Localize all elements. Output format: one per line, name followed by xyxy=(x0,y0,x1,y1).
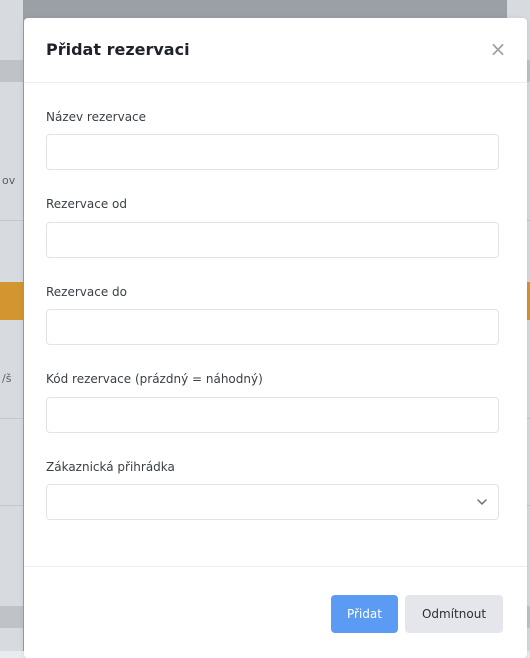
background-left-panel: ov /š xyxy=(0,0,23,651)
close-icon[interactable]: × xyxy=(487,38,509,60)
reservation-from-input[interactable] xyxy=(46,222,499,258)
reservation-from-label: Rezervace od xyxy=(46,197,128,211)
reservation-to-label: Rezervace do xyxy=(46,285,128,299)
chevron-down-icon xyxy=(477,499,487,505)
add-reservation-dialog: Přidat rezervaci × Název rezervace Rezer… xyxy=(24,18,527,658)
background-text: ov xyxy=(2,174,16,187)
customer-locker-select[interactable] xyxy=(46,484,499,520)
background-divider xyxy=(0,418,23,419)
background-accent-row xyxy=(0,282,23,320)
dialog-footer: Přidat Odmítnout xyxy=(24,566,527,658)
background-divider xyxy=(0,220,23,221)
reservation-code-input[interactable] xyxy=(46,397,499,433)
background-row xyxy=(0,606,23,628)
add-button[interactable]: Přidat xyxy=(331,595,398,633)
background-text: /š xyxy=(2,372,12,385)
background-divider xyxy=(0,505,23,506)
dialog-header: Přidat rezervaci × xyxy=(24,18,527,83)
background-row xyxy=(0,60,23,82)
dialog-title: Přidat rezervaci xyxy=(46,40,190,59)
reservation-code-label: Kód rezervace (prázdný = náhodný) xyxy=(46,372,263,386)
reservation-to-input[interactable] xyxy=(46,309,499,345)
reservation-name-input[interactable] xyxy=(46,134,499,170)
reservation-name-label: Název rezervace xyxy=(46,110,147,124)
customer-locker-label: Zákaznická přihrádka xyxy=(46,460,175,474)
dismiss-button[interactable]: Odmítnout xyxy=(405,595,503,633)
